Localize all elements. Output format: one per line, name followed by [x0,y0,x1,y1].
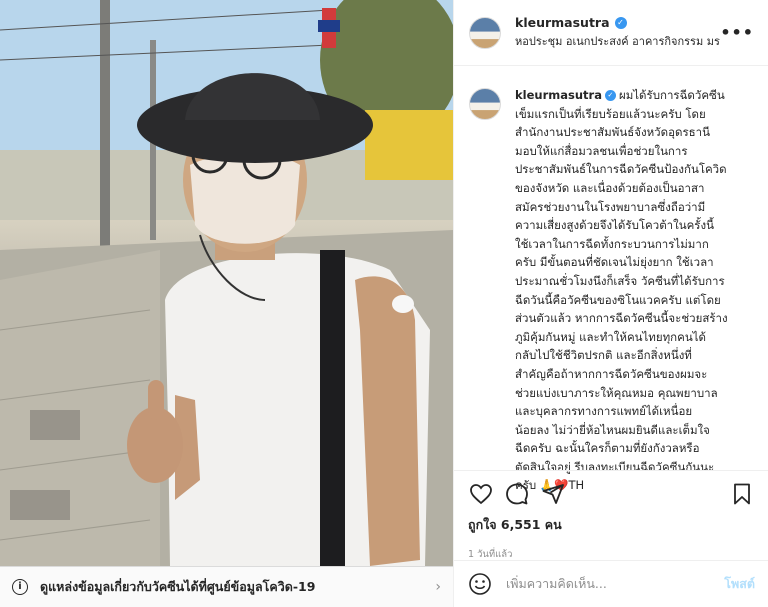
avatar[interactable] [469,16,501,49]
like-heart-icon[interactable] [468,481,494,507]
covid-info-banner[interactable]: i ดูแหล่งข้อมูลเกี่ยวกับวัคซีนได้ที่ศูนย… [0,566,453,607]
post-photo[interactable] [0,0,453,566]
comment-box: เพิ่มความคิดเห็น... โพสต์ [454,560,768,607]
more-options-icon[interactable]: ••• [720,23,754,42]
caption-username[interactable]: kleurmasutra [515,88,602,102]
post-comment-button[interactable]: โพสต์ [724,574,755,594]
caption-text-block: kleurmasutra ✓ ผมได้รับการฉีดวัคซีน เข็มแร… [515,86,755,495]
bookmark-icon[interactable] [729,481,755,507]
comment-icon[interactable] [504,481,530,507]
chevron-right-icon: › [435,579,441,595]
caption-avatar[interactable] [469,88,501,120]
share-icon[interactable] [540,481,566,507]
photo-illustration [0,0,453,566]
post-header-meta: kleurmasutra ✓ หอประชุม อเนกประสงค์ อาคา… [515,15,720,50]
username-row: kleurmasutra ✓ [515,15,720,30]
post-actions: ถูกใจ 6,551 คน 1 วันที่แล้ว [454,470,768,562]
emoji-icon[interactable] [468,572,492,596]
caption-text: ผมได้รับการฉีดวัคซีน เข็มแรกเป็นที่เรียบ… [515,88,728,493]
post-header: kleurmasutra ✓ หอประชุม อเนกประสงค์ อาคา… [454,0,768,66]
post-sidebar: kleurmasutra ✓ หอประชุม อเนกประสงค์ อาคา… [453,0,768,607]
comment-input[interactable]: เพิ่มความคิดเห็น... [506,574,724,594]
verified-badge-icon: ✓ [614,16,627,29]
info-icon: i [12,579,28,595]
covid-banner-text: ดูแหล่งข้อมูลเกี่ยวกับวัคซีนได้ที่ศูนย์ข… [40,579,316,594]
post-caption: kleurmasutra ✓ ผมได้รับการฉีดวัคซีน เข็มแร… [454,66,768,495]
likes-count[interactable]: ถูกใจ 6,551 คน [468,515,755,535]
verified-badge-icon: ✓ [604,90,616,101]
location-link[interactable]: หอประชุม อเนกประสงค์ อาคารกิจกรรม มรภ.อุ… [515,32,720,50]
username-link[interactable]: kleurmasutra [515,15,610,30]
action-icons [468,479,755,509]
